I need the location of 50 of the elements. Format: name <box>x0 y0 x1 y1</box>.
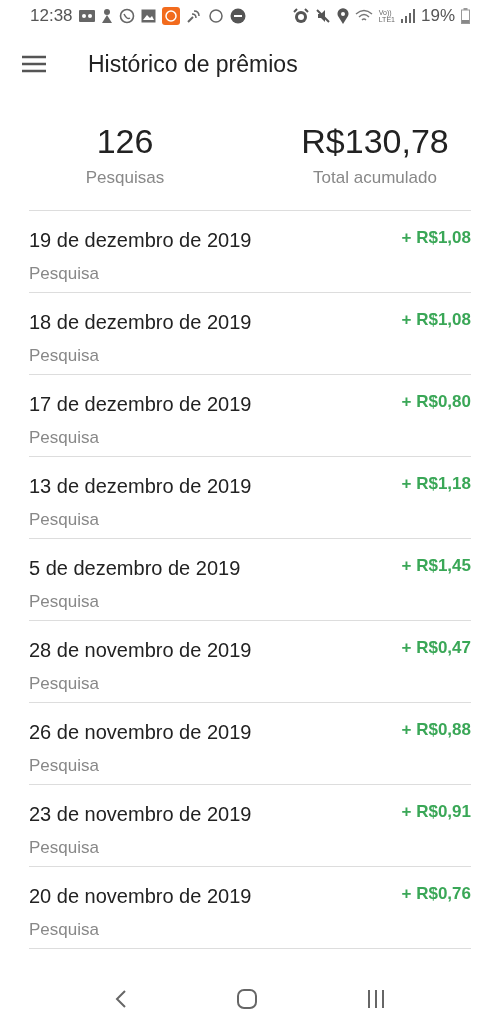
satellite-icon <box>185 8 202 24</box>
reward-date: 26 de novembro de 2019 <box>29 720 252 745</box>
reward-date: 18 de dezembro de 2019 <box>29 310 252 335</box>
reward-amount: + R$0,80 <box>401 391 471 413</box>
voicemail-icon <box>78 9 95 23</box>
wifi-icon <box>354 9 373 23</box>
reward-date: 28 de novembro de 2019 <box>29 638 252 663</box>
status-time: 12:38 <box>30 5 73 28</box>
reward-type: Pesquisa <box>29 345 100 367</box>
reward-amount: + R$1,08 <box>401 309 471 331</box>
signal-icon <box>400 9 415 23</box>
reward-amount: + R$1,45 <box>401 555 471 577</box>
reward-amount: + R$0,91 <box>401 801 471 823</box>
reward-amount: + R$0,76 <box>401 883 471 905</box>
reward-amount: + R$0,88 <box>401 719 471 741</box>
image-icon <box>140 9 156 23</box>
chat-bubble-icon <box>118 8 135 24</box>
home-icon[interactable] <box>237 989 257 1009</box>
reward-date: 20 de novembro de 2019 <box>29 884 252 909</box>
reward-type: Pesquisa <box>29 591 100 613</box>
reward-amount: + R$1,18 <box>401 473 471 495</box>
summary-value: R$130,78 <box>301 121 449 162</box>
recent-apps-icon[interactable] <box>367 989 385 1009</box>
do-not-disturb-icon <box>229 8 246 24</box>
location-icon <box>336 8 349 24</box>
reward-date: 13 de dezembro de 2019 <box>29 474 252 499</box>
reward-type: Pesquisa <box>29 755 100 777</box>
page-title: Histórico de prêmios <box>88 49 298 79</box>
battery-icon <box>461 8 470 24</box>
app-icon <box>161 7 180 25</box>
reward-amount: + R$1,08 <box>401 227 471 249</box>
alarm-icon <box>292 8 309 24</box>
reward-amount: + R$0,47 <box>401 637 471 659</box>
summary-label: Total acumulado <box>313 166 437 189</box>
mute-icon <box>314 8 331 24</box>
summary-label: Pesquisas <box>85 166 165 189</box>
reward-type: Pesquisa <box>29 673 100 695</box>
reward-date: 23 de novembro de 2019 <box>29 802 252 827</box>
menu-icon[interactable] <box>22 55 46 73</box>
reward-type: Pesquisa <box>29 263 100 285</box>
reward-date: 5 de dezembro de 2019 <box>29 556 241 581</box>
reward-date: 17 de dezembro de 2019 <box>29 392 252 417</box>
reward-type: Pesquisa <box>29 509 100 531</box>
summary-value: 126 <box>96 121 154 162</box>
back-icon[interactable] <box>115 989 127 1009</box>
reward-date: 19 de dezembro de 2019 <box>29 228 252 253</box>
battery-percentage: 19% <box>420 5 455 28</box>
reward-type: Pesquisa <box>29 427 100 449</box>
reward-type: Pesquisa <box>29 919 100 941</box>
reward-type: Pesquisa <box>29 837 100 859</box>
